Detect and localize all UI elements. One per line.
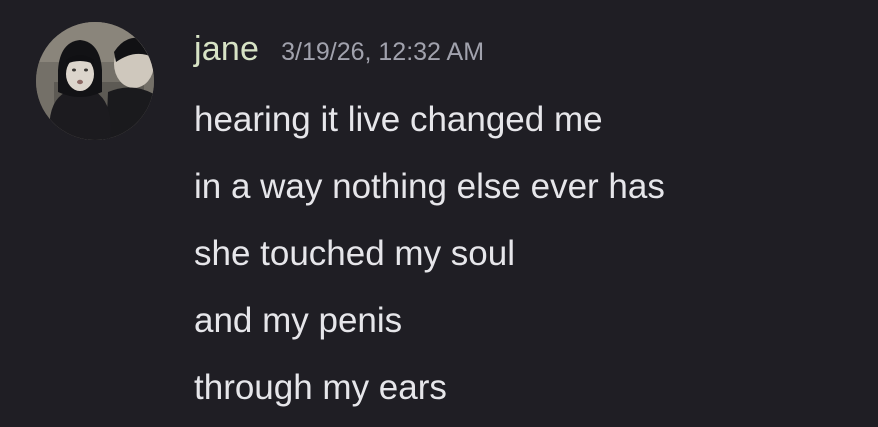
- message-line: in a way nothing else ever has: [194, 167, 665, 206]
- message-header: jane 3/19/26, 12:32 AM: [194, 30, 484, 78]
- message-line: she touched my soul: [194, 234, 516, 273]
- timestamp[interactable]: 3/19/26, 12:32 AM: [281, 38, 484, 67]
- message-line: through my ears: [194, 368, 447, 407]
- message-line: and my penis: [194, 301, 403, 340]
- message-content: hearing it live changed me in a way noth…: [194, 86, 854, 421]
- user-avatar[interactable]: [36, 22, 154, 140]
- chat-message: jane 3/19/26, 12:32 AM hearing it live c…: [0, 0, 878, 427]
- username[interactable]: jane: [194, 30, 259, 69]
- avatar-photo-icon: [36, 22, 154, 140]
- message-line: hearing it live changed me: [194, 100, 603, 139]
